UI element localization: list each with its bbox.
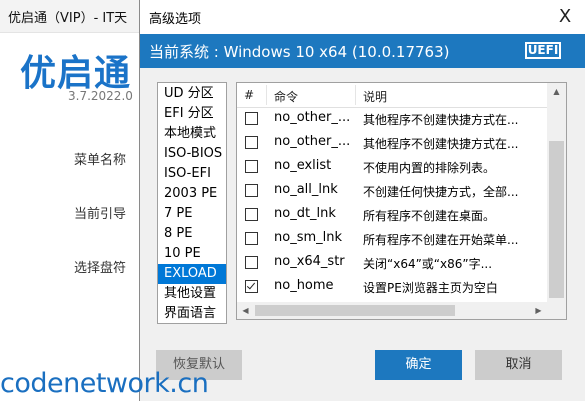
option-checkbox[interactable] [245, 112, 258, 125]
list-item-local-mode[interactable]: 本地模式 [158, 124, 226, 144]
table-row[interactable]: no_all_lnk 不创建任何快捷方式，全部... [237, 179, 547, 203]
option-checkbox[interactable] [245, 208, 258, 221]
command-cell: no_sm_lnk [274, 230, 343, 245]
horizontal-scrollbar[interactable]: ◀ ▶ [237, 302, 547, 319]
table-row[interactable]: no_home 设置PE浏览器主页为空白 [237, 275, 547, 299]
background-window-title: 优启通（VIP）- IT天 [8, 11, 128, 26]
list-item-iso-bios[interactable]: ISO-BIOS [158, 144, 226, 164]
select-drive-label: 选择盘符 [74, 261, 127, 276]
close-button[interactable]: X [545, 0, 585, 34]
column-header-description[interactable]: 说明 [363, 88, 387, 105]
command-cell: no_all_lnk [274, 182, 338, 197]
list-item-ud-partition[interactable]: UD 分区 [158, 84, 226, 104]
column-divider [355, 85, 356, 105]
list-item-other-settings[interactable]: 其他设置 [158, 284, 226, 304]
list-item-2003-pe[interactable]: 2003 PE [158, 184, 226, 204]
command-cell: no_exlist [274, 158, 332, 173]
description-cell: 关闭“x64”或“x86”字... [363, 257, 493, 271]
command-cell: no_other_... [274, 134, 351, 149]
description-cell: 不创建任何快捷方式，全部... [363, 185, 519, 199]
list-item-exload[interactable]: EXLOAD [158, 264, 226, 284]
scroll-up-arrow-icon[interactable]: ▲ [547, 83, 566, 100]
list-item-10-pe[interactable]: 10 PE [158, 244, 226, 264]
option-checkbox[interactable] [245, 136, 258, 149]
scrollbar-corner [547, 302, 566, 319]
dialog-title: 高级选项 [149, 12, 202, 27]
description-cell: 不使用内置的排除列表。 [363, 161, 496, 175]
list-item-efi-partition[interactable]: EFI 分区 [158, 104, 226, 124]
column-divider [266, 85, 267, 105]
list-item-ui-language[interactable]: 界面语言 [158, 304, 226, 323]
option-checkbox[interactable] [245, 256, 258, 269]
table-row[interactable]: no_other_... 其他程序不创建快捷方式在... [237, 107, 547, 131]
table-row[interactable]: no_exlist 不使用内置的排除列表。 [237, 155, 547, 179]
menu-name-label: 菜单名称 [74, 153, 127, 168]
horizontal-scroll-thumb[interactable] [255, 305, 455, 316]
options-table: # 命令 说明 no_other_... 其他程序不创建快捷方式在... no_… [236, 82, 567, 320]
description-cell: 所有程序不创建在开始菜单... [363, 233, 519, 247]
command-cell: no_home [274, 278, 334, 293]
list-item-8-pe[interactable]: 8 PE [158, 224, 226, 244]
uefi-badge: UEFI [525, 42, 561, 59]
list-item-iso-efi[interactable]: ISO-EFI [158, 164, 226, 184]
command-cell: no_x64_str [274, 254, 345, 269]
column-header-command[interactable]: 命令 [274, 88, 298, 105]
option-checkbox[interactable] [245, 160, 258, 173]
table-row[interactable]: no_x64_str 关闭“x64”或“x86”字... [237, 251, 547, 275]
advanced-options-dialog: 高级选项 X 当前系统 : Windows 10 x64 (10.0.17763… [139, 0, 585, 401]
option-checkbox[interactable] [245, 184, 258, 197]
system-banner: 当前系统 : Windows 10 x64 (10.0.17763) UEFI [140, 34, 585, 68]
table-header: # 命令 说明 [237, 83, 547, 108]
cancel-button[interactable]: 取消 [475, 350, 562, 380]
background-window-titlebar: 优启通（VIP）- IT天 [0, 0, 140, 33]
dialog-titlebar[interactable]: 高级选项 X [140, 0, 585, 34]
ok-button[interactable]: 确定 [375, 350, 462, 380]
command-cell: no_dt_lnk [274, 206, 336, 221]
option-checkbox[interactable] [245, 232, 258, 245]
column-header-index[interactable]: # [244, 88, 254, 102]
list-item-7-pe[interactable]: 7 PE [158, 204, 226, 224]
app-version: 3.7.2022.0 [68, 89, 133, 103]
scroll-right-arrow-icon[interactable]: ▶ [530, 302, 547, 319]
description-cell: 设置PE浏览器主页为空白 [363, 281, 498, 295]
table-row[interactable]: no_other_... 其他程序不创建快捷方式在... [237, 131, 547, 155]
category-list[interactable]: UD 分区 EFI 分区 本地模式 ISO-BIOS ISO-EFI 2003 … [157, 82, 227, 324]
scroll-left-arrow-icon[interactable]: ◀ [237, 302, 254, 319]
description-cell: 其他程序不创建快捷方式在... [363, 137, 519, 151]
site-watermark: codenetwork.cn [0, 368, 209, 399]
description-cell: 所有程序不创建在桌面。 [363, 209, 496, 223]
description-cell: 其他程序不创建快捷方式在... [363, 113, 519, 127]
current-boot-label: 当前引导 [74, 207, 127, 222]
current-system-text: 当前系统 : Windows 10 x64 (10.0.17763) [149, 43, 450, 61]
vertical-scroll-thumb[interactable] [549, 141, 564, 298]
table-row[interactable]: no_sm_lnk 所有程序不创建在开始菜单... [237, 227, 547, 251]
vertical-scrollbar[interactable]: ▲ [547, 83, 566, 302]
option-checkbox-checked[interactable] [245, 280, 258, 293]
table-row[interactable]: no_dt_lnk 所有程序不创建在桌面。 [237, 203, 547, 227]
command-cell: no_other_... [274, 110, 351, 125]
